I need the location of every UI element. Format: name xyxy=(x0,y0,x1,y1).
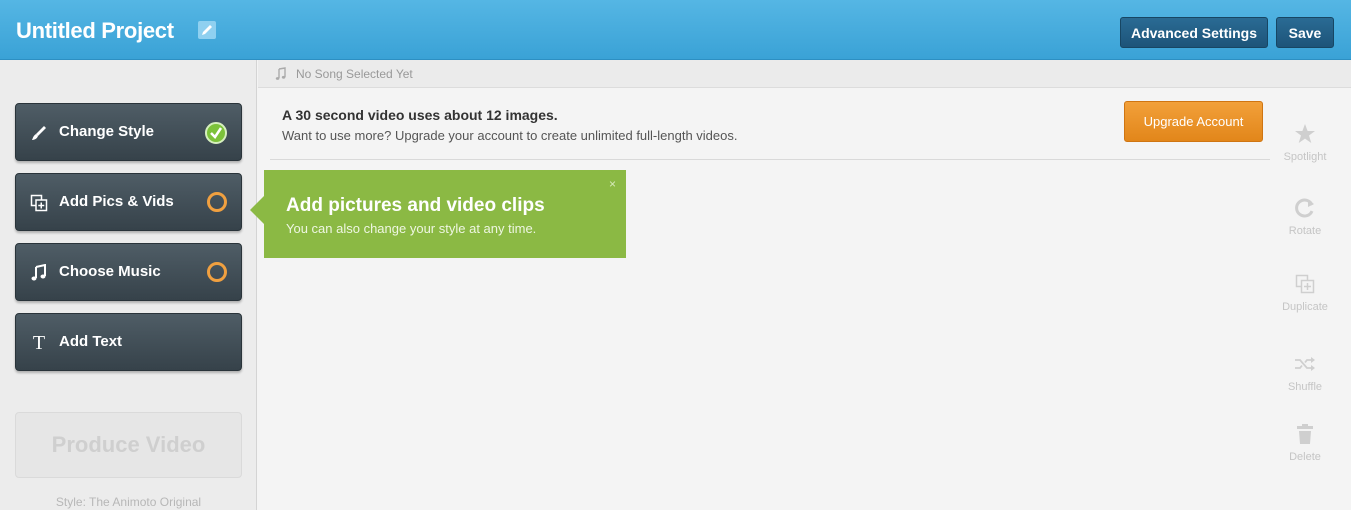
tooltip-subtitle: You can also change your style at any ti… xyxy=(286,221,537,236)
shuffle-tool[interactable]: Shuffle xyxy=(1280,350,1330,393)
duplicate-tool[interactable]: Duplicate xyxy=(1280,270,1330,313)
top-header: Untitled Project Advanced Settings Save xyxy=(0,0,1351,60)
step-label: Choose Music xyxy=(59,263,161,280)
trash-icon xyxy=(1280,420,1330,448)
rotate-tool[interactable]: Rotate xyxy=(1280,194,1330,237)
add-text-button[interactable]: T Add Text xyxy=(15,313,242,371)
step-pending-icon xyxy=(207,192,227,212)
style-note: Style: The Animoto Original xyxy=(55,495,202,509)
delete-tool[interactable]: Delete xyxy=(1280,420,1330,463)
project-title[interactable]: Untitled Project xyxy=(16,18,174,44)
divider xyxy=(270,159,1270,160)
edit-title-icon[interactable] xyxy=(198,21,216,39)
tool-label: Duplicate xyxy=(1282,301,1328,313)
save-button[interactable]: Save xyxy=(1276,17,1334,48)
upgrade-account-button[interactable]: Upgrade Account xyxy=(1124,101,1263,142)
add-pics-vids-button[interactable]: Add Pics & Vids xyxy=(15,173,242,231)
notice-body: Want to use more? Upgrade your account t… xyxy=(282,128,738,143)
tool-label: Delete xyxy=(1289,451,1321,463)
tool-label: Shuffle xyxy=(1287,381,1323,393)
duplicate-icon xyxy=(1280,270,1330,298)
star-icon xyxy=(1280,120,1330,148)
brush-icon xyxy=(30,124,48,142)
choose-music-button[interactable]: Choose Music xyxy=(15,243,242,301)
step-complete-icon xyxy=(205,122,227,144)
shuffle-icon xyxy=(1280,350,1330,378)
tooltip-arrow xyxy=(250,196,264,224)
sidebar: Change Style Add Pics & Vids Choose Musi… xyxy=(0,60,257,510)
music-note-icon xyxy=(30,263,48,282)
hint-tooltip: Add pictures and video clips You can als… xyxy=(264,170,626,258)
notice-title: A 30 second video uses about 12 images. xyxy=(282,107,558,123)
music-note-icon xyxy=(275,67,287,81)
text-icon: T xyxy=(32,332,46,354)
spotlight-tool[interactable]: Spotlight xyxy=(1280,120,1330,163)
rotate-icon xyxy=(1280,194,1330,222)
tool-label: Rotate xyxy=(1288,225,1322,237)
tooltip-title: Add pictures and video clips xyxy=(286,195,545,216)
song-status: No Song Selected Yet xyxy=(296,67,413,81)
close-icon[interactable]: × xyxy=(609,177,616,191)
song-bar[interactable]: No Song Selected Yet xyxy=(258,60,1351,88)
change-style-button[interactable]: Change Style xyxy=(15,103,242,161)
step-pending-icon xyxy=(207,262,227,282)
produce-video-button[interactable]: Produce Video xyxy=(15,412,242,478)
tool-label: Spotlight xyxy=(1283,151,1327,163)
step-label: Change Style xyxy=(59,123,155,140)
add-media-icon xyxy=(30,194,48,212)
advanced-settings-button[interactable]: Advanced Settings xyxy=(1120,17,1268,48)
step-label: Add Pics & Vids xyxy=(59,193,174,210)
step-label: Add Text xyxy=(59,333,123,350)
